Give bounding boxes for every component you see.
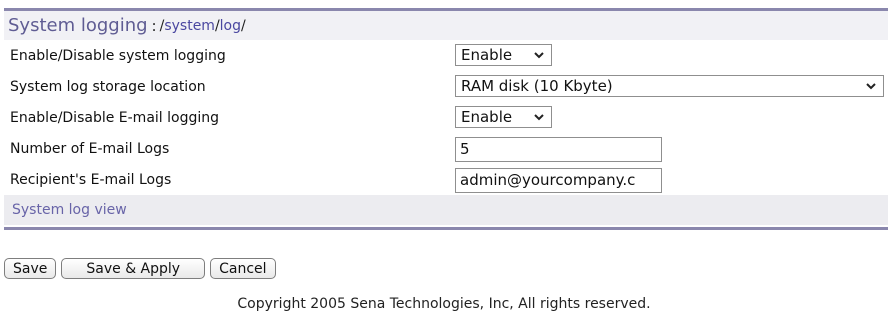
- chevron-down-icon: [534, 114, 544, 121]
- email-log-count-label: Number of E-mail Logs: [10, 140, 170, 157]
- title-separator: :: [151, 16, 157, 35]
- storage-location-label: System log storage location: [10, 78, 206, 95]
- email-log-count-row: Number of E-mail Logs 5: [4, 133, 888, 164]
- system-logging-value: Enable: [461, 46, 513, 64]
- cancel-button[interactable]: Cancel: [210, 258, 276, 279]
- email-log-count-input[interactable]: 5: [455, 137, 662, 162]
- copyright-text: Copyright 2005 Sena Technologies, Inc, A…: [237, 296, 651, 312]
- storage-location-row: System log storage location RAM disk (10…: [4, 71, 888, 102]
- chevron-down-icon: [866, 83, 876, 90]
- bottom-divider: [4, 227, 888, 230]
- page-title: System logging: [8, 15, 148, 36]
- system-log-view-row: System log view: [4, 195, 888, 225]
- email-logging-label: Enable/Disable E-mail logging: [10, 109, 220, 126]
- breadcrumb-system-link[interactable]: system: [164, 18, 215, 34]
- email-logging-select[interactable]: Enable: [455, 106, 552, 128]
- recipient-email-label: Recipient's E-mail Logs: [10, 171, 172, 188]
- system-log-view-link[interactable]: System log view: [12, 202, 127, 218]
- email-logging-value: Enable: [461, 108, 513, 126]
- save-button[interactable]: Save: [4, 258, 57, 279]
- storage-location-select[interactable]: RAM disk (10 Kbyte): [455, 75, 884, 97]
- breadcrumb-slash: /: [241, 17, 246, 34]
- recipient-email-row: Recipient's E-mail Logs admin@yourcompan…: [4, 164, 888, 195]
- recipient-email-input[interactable]: admin@yourcompany.c: [455, 168, 662, 193]
- email-logging-row: Enable/Disable E-mail logging Enable: [4, 102, 888, 133]
- storage-location-value: RAM disk (10 Kbyte): [461, 77, 613, 95]
- save-apply-button[interactable]: Save & Apply: [61, 258, 206, 279]
- chevron-down-icon: [534, 52, 544, 59]
- action-buttons: Save Save & Apply Cancel: [4, 258, 276, 279]
- settings-panel: System logging : / system / log / Enable…: [4, 8, 888, 230]
- system-logging-select[interactable]: Enable: [455, 44, 552, 66]
- page-header: System logging : / system / log /: [4, 11, 888, 40]
- system-logging-row: Enable/Disable system logging Enable: [4, 40, 888, 71]
- system-logging-label: Enable/Disable system logging: [10, 47, 226, 64]
- breadcrumb-log-link[interactable]: log: [220, 18, 241, 34]
